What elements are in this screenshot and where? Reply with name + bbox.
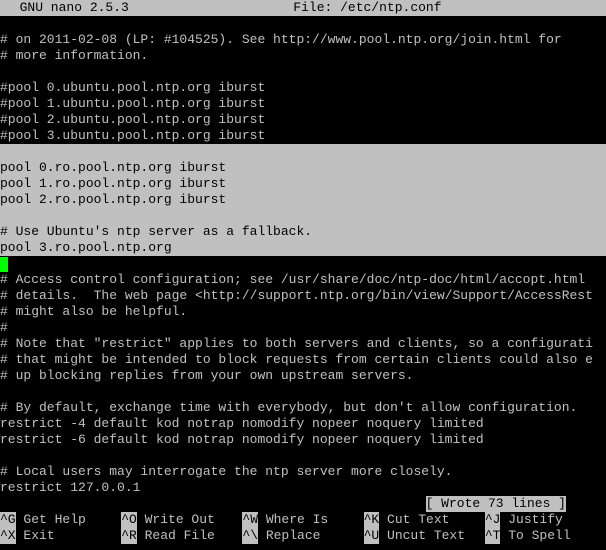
selected-line: pool 1.ro.pool.ntp.org iburst	[0, 176, 606, 192]
selected-line: pool 2.ro.pool.ntp.org iburst	[0, 192, 606, 208]
shortcut-exit[interactable]: ^X Exit	[0, 528, 121, 544]
text-line: # Access control configuration; see /usr…	[0, 272, 606, 288]
text-line: #pool 2.ubuntu.pool.ntp.org iburst	[0, 112, 606, 128]
shortcut-read-file[interactable]: ^R Read File	[121, 528, 242, 544]
status-bar: [ Wrote 73 lines ]	[0, 496, 606, 512]
selected-line: pool 3.ro.pool.ntp.org	[0, 240, 606, 256]
shortcut-bar: ^G Get Help ^O Write Out ^W Where Is ^K …	[0, 512, 606, 544]
editor-area[interactable]: # on 2011-02-08 (LP: #104525). See http:…	[0, 16, 606, 496]
text-line: # Note that "restrict" applies to both s…	[0, 336, 606, 352]
blank-line	[0, 384, 606, 400]
selected-blank-line	[0, 144, 606, 160]
selected-line: # Use Ubuntu's ntp server as a fallback.	[0, 224, 606, 240]
status-message: [ Wrote 73 lines ]	[426, 496, 566, 512]
blank-line	[0, 448, 606, 464]
text-line: #	[0, 320, 606, 336]
blank-line	[0, 16, 606, 32]
shortcut-uncut-text[interactable]: ^U Uncut Text	[364, 528, 485, 544]
app-name: GNU nano 2.5.3	[0, 0, 129, 16]
text-line: #pool 1.ubuntu.pool.ntp.org iburst	[0, 96, 606, 112]
cursor	[0, 257, 8, 272]
shortcut-replace[interactable]: ^\ Replace	[242, 528, 363, 544]
text-line: # might also be helpful.	[0, 304, 606, 320]
text-line: restrict 127.0.0.1	[0, 480, 606, 496]
text-line: # that might be intended to block reques…	[0, 352, 606, 368]
shortcut-justify[interactable]: ^J Justify	[485, 512, 606, 528]
file-name: File: /etc/ntp.conf	[129, 0, 606, 16]
text-line: # details. The web page <http://support.…	[0, 288, 606, 304]
text-line: # By default, exchange time with everybo…	[0, 400, 606, 416]
text-line: # Local users may interrogate the ntp se…	[0, 464, 606, 480]
text-line: restrict -4 default kod notrap nomodify …	[0, 416, 606, 432]
shortcut-cut-text[interactable]: ^K Cut Text	[364, 512, 485, 528]
shortcut-to-spell[interactable]: ^T To Spell	[485, 528, 606, 544]
shortcut-write-out[interactable]: ^O Write Out	[121, 512, 242, 528]
shortcut-get-help[interactable]: ^G Get Help	[0, 512, 121, 528]
text-line: # more information.	[0, 48, 606, 64]
text-line: #pool 0.ubuntu.pool.ntp.org iburst	[0, 80, 606, 96]
text-line: restrict -6 default kod notrap nomodify …	[0, 432, 606, 448]
titlebar: GNU nano 2.5.3 File: /etc/ntp.conf	[0, 0, 606, 16]
shortcut-row: ^G Get Help ^O Write Out ^W Where Is ^K …	[0, 512, 606, 528]
cursor-line	[0, 256, 606, 272]
text-line: # on 2011-02-08 (LP: #104525). See http:…	[0, 32, 606, 48]
blank-line	[0, 64, 606, 80]
selected-blank-line	[0, 208, 606, 224]
shortcut-row: ^X Exit ^R Read File ^\ Replace ^U Uncut…	[0, 528, 606, 544]
text-line: # up blocking replies from your own upst…	[0, 368, 606, 384]
selected-line: pool 0.ro.pool.ntp.org iburst	[0, 160, 606, 176]
shortcut-where-is[interactable]: ^W Where Is	[242, 512, 363, 528]
text-line: #pool 3.ubuntu.pool.ntp.org iburst	[0, 128, 606, 144]
